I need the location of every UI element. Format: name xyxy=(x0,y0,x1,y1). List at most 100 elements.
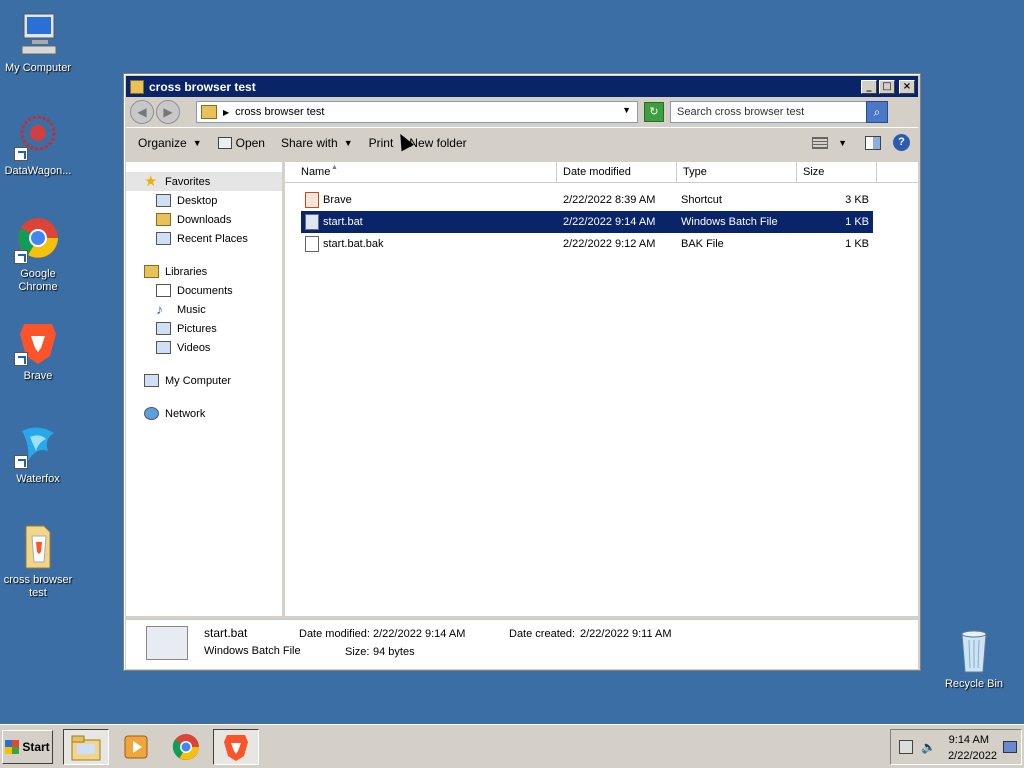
nav-documents[interactable]: Documents xyxy=(126,281,282,300)
details-created-value: 2/22/2022 9:11 AM xyxy=(580,628,672,640)
start-button[interactable]: Start xyxy=(2,730,53,764)
shortcut-file-icon xyxy=(305,192,319,208)
print-label: Print xyxy=(368,135,394,150)
nav-label: Videos xyxy=(177,341,211,354)
nav-libraries[interactable]: Libraries xyxy=(126,262,282,281)
chrome-icon xyxy=(14,216,62,264)
file-rows: Brave 2/22/2022 8:39 AM Shortcut 3 KB st… xyxy=(285,183,918,255)
desktop-icon-my-computer[interactable]: My Computer xyxy=(0,10,76,75)
details-file-type: Windows Batch File xyxy=(204,645,301,657)
forward-button[interactable]: ▶ xyxy=(156,100,180,124)
explorer-window: cross browser test _ □ × ◀ ▶ ▶ cross bro… xyxy=(123,73,921,671)
desktop-icon-recycle-bin[interactable]: Recycle Bin xyxy=(936,626,1012,691)
taskbar-explorer[interactable] xyxy=(63,729,109,765)
back-button[interactable]: ◀ xyxy=(130,100,154,124)
view-options-chevron-icon[interactable]: ▼ xyxy=(838,138,847,148)
new-folder-button[interactable]: New folder xyxy=(409,136,466,150)
libraries-icon xyxy=(144,265,159,278)
open-button[interactable]: Open xyxy=(217,136,265,150)
desktop-icon-label: cross browser test xyxy=(3,574,73,599)
libraries-group: Libraries Documents ♪ Music Pictures Vide… xyxy=(126,262,282,357)
column-header-type[interactable]: Type xyxy=(677,162,797,182)
network-tray-icon[interactable] xyxy=(899,740,913,754)
title-bar[interactable]: cross browser test _ □ × xyxy=(126,76,918,97)
chrome-icon xyxy=(172,734,199,760)
nav-downloads[interactable]: Downloads xyxy=(126,210,282,229)
file-list-pane: ▲ Name Date modified Type Size Brave 2/22… xyxy=(285,162,918,616)
file-row-start-bat[interactable]: start.bat 2/22/2022 9:14 AM Windows Batc… xyxy=(301,211,873,233)
share-with-button[interactable]: Share with ▼ xyxy=(281,136,353,150)
column-header-date-modified[interactable]: Date modified xyxy=(557,162,677,182)
nav-label: My Computer xyxy=(165,374,232,387)
search-icon[interactable]: ⌕ xyxy=(866,101,888,123)
column-label: Date modified xyxy=(563,166,631,178)
shortcut-arrow-icon xyxy=(14,352,28,366)
nav-pictures[interactable]: Pictures xyxy=(126,319,282,338)
nav-recent-places[interactable]: Recent Places xyxy=(126,229,282,248)
desktop-icon-datawagon[interactable]: DataWagon... xyxy=(0,113,76,178)
print-button[interactable]: Print xyxy=(369,136,394,150)
nav-desktop[interactable]: Desktop xyxy=(126,191,282,210)
nav-videos[interactable]: Videos xyxy=(126,338,282,357)
media-player-icon xyxy=(124,735,148,759)
column-header-name[interactable]: ▲ Name xyxy=(295,162,557,182)
column-header-size[interactable]: Size xyxy=(797,162,877,182)
taskbar-brave[interactable] xyxy=(213,729,259,765)
search-placeholder: Search cross browser test xyxy=(677,106,805,118)
command-bar: Organize ▼ Open Share with ▼ Print New fol… xyxy=(126,127,918,157)
desktop-icon-chrome[interactable]: Google Chrome xyxy=(0,216,76,294)
desktop-icon-waterfox[interactable]: Waterfox xyxy=(0,421,76,486)
content-area: ★ Favorites Desktop Downloads Recent Plac… xyxy=(126,162,918,616)
organize-button[interactable]: Organize ▼ xyxy=(138,136,202,150)
share-with-label: Share with xyxy=(280,135,338,150)
folder-icon xyxy=(130,79,144,94)
file-name: start.bat xyxy=(323,216,363,228)
details-pane: start.bat Windows Batch File Date modifi… xyxy=(126,619,918,669)
clock-time[interactable]: 9:14 AM xyxy=(949,734,989,746)
change-view-icon[interactable] xyxy=(812,136,829,149)
minimize-button[interactable]: _ xyxy=(861,79,877,94)
close-button[interactable]: × xyxy=(899,79,915,94)
nav-my-computer[interactable]: My Computer xyxy=(126,371,282,390)
desktop-icon-label: Brave xyxy=(23,370,53,382)
file-size: 1 KB xyxy=(845,238,869,250)
address-bar[interactable]: ▶ cross browser test ▼ xyxy=(196,101,638,123)
file-name: start.bat.bak xyxy=(323,238,384,250)
file-row-start-bat-bak[interactable]: start.bat.bak 2/22/2022 9:12 AM BAK File… xyxy=(301,233,873,255)
address-dropdown-icon[interactable]: ▼ xyxy=(622,105,631,115)
start-label: Start xyxy=(22,740,50,754)
explorer-icon xyxy=(71,735,101,761)
desktop-icon-cross-browser-test[interactable]: cross browser test xyxy=(0,522,76,600)
show-desktop-icon[interactable] xyxy=(1003,741,1017,753)
nav-network[interactable]: Network xyxy=(126,404,282,423)
taskbar-chrome[interactable] xyxy=(163,729,209,765)
column-label: Name xyxy=(301,166,331,178)
taskbar-media-player[interactable] xyxy=(113,729,159,765)
desktop-icon-label: DataWagon... xyxy=(4,165,72,177)
file-date: 2/22/2022 9:12 AM xyxy=(563,238,656,250)
refresh-button[interactable]: ↻ xyxy=(644,102,664,122)
downloads-folder-icon xyxy=(156,213,171,226)
maximize-button[interactable]: □ xyxy=(879,79,895,94)
help-icon[interactable]: ? xyxy=(893,134,910,151)
clock-date[interactable]: 2/22/2022 xyxy=(948,750,997,762)
address-text: cross browser test xyxy=(235,106,325,118)
details-modified-label: Date modified: xyxy=(299,628,370,640)
batch-file-large-icon xyxy=(146,626,188,660)
column-headers: ▲ Name Date modified Type Size xyxy=(285,162,918,183)
file-row-brave[interactable]: Brave 2/22/2022 8:39 AM Shortcut 3 KB xyxy=(301,189,873,211)
breadcrumb-arrow-icon[interactable]: ▶ xyxy=(223,108,229,117)
desktop-icon-brave[interactable]: Brave xyxy=(0,318,76,383)
nav-music[interactable]: ♪ Music xyxy=(126,300,282,319)
system-tray: 🔈 9:14 AM 2/22/2022 xyxy=(890,729,1022,765)
file-type: Windows Batch File xyxy=(681,216,778,228)
search-input[interactable]: Search cross browser test ⌕ xyxy=(670,101,888,123)
volume-icon[interactable]: 🔈 xyxy=(921,740,936,754)
nav-favorites[interactable]: ★ Favorites xyxy=(126,172,282,191)
videos-icon xyxy=(156,341,171,354)
preview-pane-icon[interactable] xyxy=(865,135,881,150)
details-file-name: start.bat xyxy=(204,626,248,640)
shortcut-arrow-icon xyxy=(14,455,28,469)
open-icon xyxy=(217,136,232,149)
details-created-label: Date created: xyxy=(509,628,576,640)
